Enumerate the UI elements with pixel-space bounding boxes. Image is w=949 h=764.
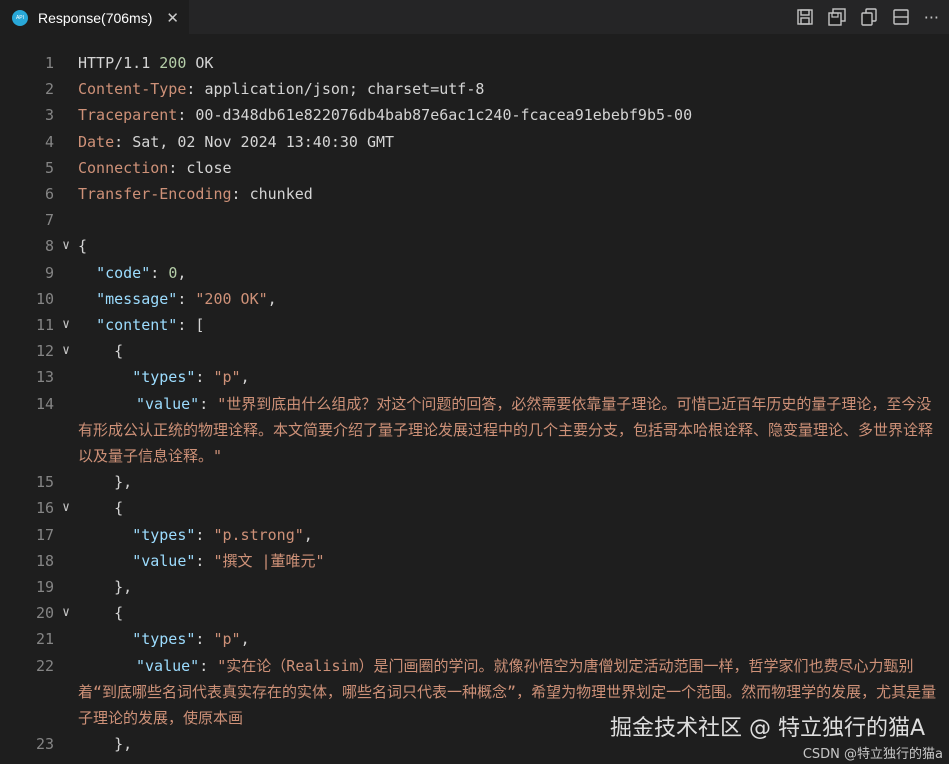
json-string: "p"	[213, 630, 241, 649]
tab-title: Response(706ms)	[38, 9, 153, 26]
close-icon[interactable]: ✕	[166, 9, 179, 27]
header-value: chunked	[249, 185, 313, 204]
line-number: 6	[44, 185, 54, 204]
line-number: 2	[44, 80, 54, 99]
json-string: "200 OK"	[195, 289, 268, 308]
code-line: 3 Traceparent: 00-d348db61e822076db4bab8…	[0, 102, 949, 128]
code-line: 1 HTTP/1.1 200 OK	[0, 50, 949, 76]
code-line: 13 "types": "p",	[0, 364, 949, 390]
save-body-icon[interactable]	[828, 8, 846, 26]
code-line: 14 "value": "世界到底由什么组成？对这个问题的回答，必然需要依靠量子…	[0, 391, 949, 470]
line-number: 11	[35, 316, 54, 335]
json-string: "撰文 |董唯元"	[213, 551, 325, 570]
json-string: "p.strong"	[213, 525, 304, 544]
header-name: Traceparent	[78, 106, 178, 125]
json-key: "content"	[96, 316, 178, 335]
line-number: 18	[35, 551, 54, 570]
code-line: 16 ∨ {	[0, 495, 949, 521]
line-number: 22	[35, 656, 54, 675]
response-window: API Response(706ms) ✕ ··· 1 HTTP/1.1 200…	[0, 0, 949, 764]
line-number: 9	[44, 263, 54, 282]
header-name: Content-Type	[78, 80, 187, 99]
code-line: 8 ∨ {	[0, 233, 949, 259]
line-number: 10	[35, 289, 54, 308]
json-key: "message"	[96, 289, 178, 308]
json-number: 0	[168, 263, 178, 282]
fold-chevron-icon[interactable]: ∨	[54, 338, 78, 364]
header-name: Transfer-Encoding	[78, 185, 232, 204]
line-number: 14	[35, 394, 54, 413]
line-number: 12	[35, 342, 54, 361]
tab-bar: API Response(706ms) ✕ ···	[0, 0, 949, 34]
http-protocol: HTTP/1.1	[78, 54, 151, 72]
code-line: 5 Connection: close	[0, 155, 949, 181]
fold-chevron-icon[interactable]: ∨	[54, 495, 78, 521]
header-name: Date	[78, 132, 115, 151]
json-key: "code"	[96, 263, 151, 282]
header-value: application/json; charset=utf-8	[204, 80, 485, 99]
code-line: 6 Transfer-Encoding: chunked	[0, 181, 949, 207]
fold-chevron-icon[interactable]: ∨	[54, 600, 78, 626]
code-line: 9 "code": 0,	[0, 260, 949, 286]
json-key: "value"	[132, 551, 196, 570]
status-code: 200	[159, 54, 187, 72]
code-line: 10 "message": "200 OK",	[0, 286, 949, 312]
code-line: 12 ∨ {	[0, 338, 949, 364]
json-key: "types"	[132, 630, 196, 649]
line-number: 5	[44, 158, 54, 177]
line-number: 17	[35, 525, 54, 544]
save-response-icon[interactable]	[796, 8, 814, 26]
line-number: 13	[35, 368, 54, 387]
code-line: 20 ∨ {	[0, 600, 949, 626]
header-name: Connection	[78, 158, 169, 177]
line-number: 8	[44, 237, 54, 256]
line-number: 7	[44, 211, 54, 230]
line-number: 20	[35, 604, 54, 623]
json-key: "types"	[132, 525, 196, 544]
code-line: 4 Date: Sat, 02 Nov 2024 13:40:30 GMT	[0, 129, 949, 155]
watermark-csdn: CSDN @特立独行的猫a	[802, 747, 943, 762]
copy-icon[interactable]	[860, 8, 878, 26]
code-line: 19 },	[0, 574, 949, 600]
split-layout-icon[interactable]	[892, 8, 910, 26]
header-value: Sat, 02 Nov 2024 13:40:30 GMT	[132, 132, 395, 151]
line-number: 15	[35, 473, 54, 492]
editor-actions: ···	[796, 0, 939, 34]
line-number: 19	[35, 578, 54, 597]
json-key: "value"	[136, 656, 200, 675]
code-line: 7	[0, 207, 949, 233]
json-key: "value"	[136, 394, 200, 413]
code-line: 2 Content-Type: application/json; charse…	[0, 76, 949, 102]
watermark-juejin: 掘金技术社区 @ 特立独行的猫A	[609, 716, 925, 741]
code-line: 15 },	[0, 469, 949, 495]
line-number: 21	[35, 630, 54, 649]
more-icon[interactable]: ···	[924, 8, 939, 27]
header-value: close	[186, 158, 232, 177]
response-editor[interactable]: 1 HTTP/1.1 200 OK 2 Content-Type: applic…	[0, 50, 949, 764]
line-number: 3	[44, 106, 54, 125]
code-line: 21 "types": "p",	[0, 626, 949, 652]
line-number: 23	[35, 735, 54, 754]
rest-client-icon: API	[12, 9, 28, 26]
fold-chevron-icon[interactable]: ∨	[54, 312, 78, 338]
json-key: "types"	[132, 368, 196, 387]
tab-response[interactable]: API Response(706ms) ✕	[0, 0, 189, 34]
code-line: 11 ∨ "content": [	[0, 312, 949, 338]
line-number: 16	[35, 499, 54, 518]
line-number: 4	[44, 132, 54, 151]
header-value: 00-d348db61e822076db4bab87e6ac1c240-fcac…	[195, 106, 693, 125]
fold-chevron-icon[interactable]: ∨	[54, 233, 78, 259]
line-number: 1	[44, 54, 54, 72]
json-string: "p"	[213, 368, 241, 387]
code-line: 17 "types": "p.strong",	[0, 522, 949, 548]
code-line: 18 "value": "撰文 |董唯元"	[0, 548, 949, 574]
status-text: OK	[195, 54, 214, 72]
